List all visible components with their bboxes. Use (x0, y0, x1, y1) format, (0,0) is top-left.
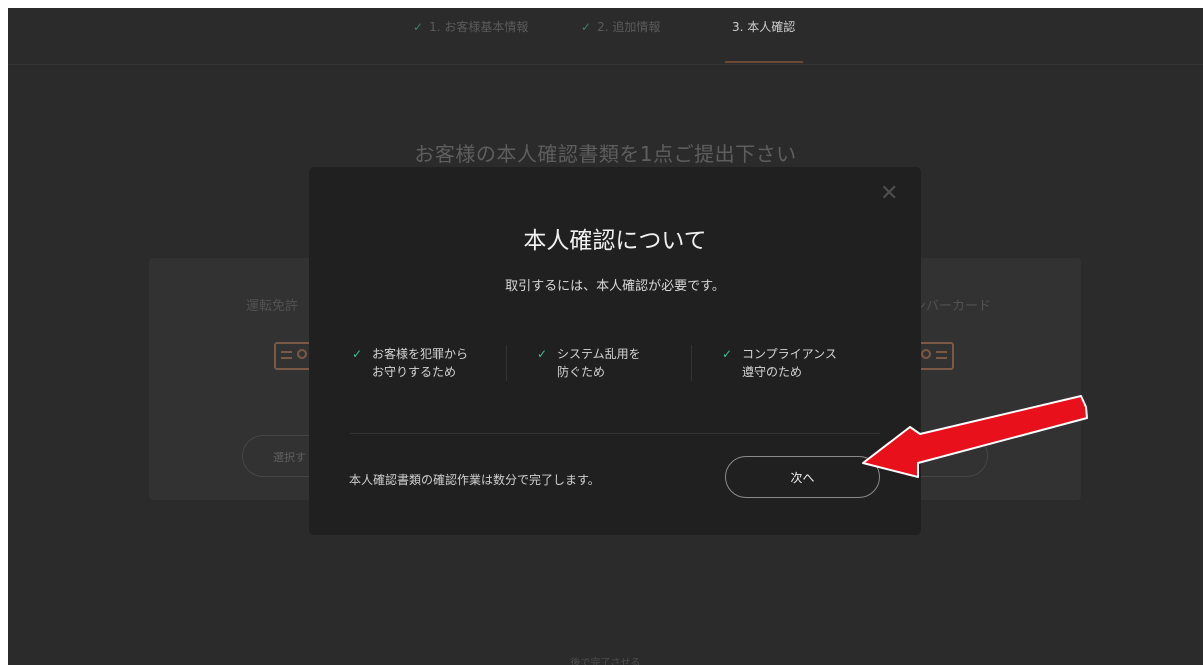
check-icon: ✓ (352, 347, 363, 361)
check-icon: ✓ (537, 347, 548, 361)
modal-title: 本人確認について (523, 228, 707, 254)
modal-subtitle: 取引するには、本人確認が必要です。 (505, 279, 725, 294)
divider (350, 433, 880, 434)
next-button[interactable]: 次へ (725, 456, 880, 498)
check-icon: ✓ (413, 20, 424, 34)
step-2[interactable]: ✓ 2. 追加情報 (581, 18, 660, 35)
step-3[interactable]: 3. 本人確認 (732, 18, 795, 35)
divider (506, 345, 507, 381)
divider (691, 345, 692, 381)
page-title: お客様の本人確認書類を1点ご提出下さい (414, 142, 797, 166)
active-step-underline (725, 61, 803, 63)
step-1[interactable]: ✓ 1. お客様基本情報 (413, 18, 528, 35)
id-card-icon (274, 342, 314, 370)
identity-verification-modal: ✕ 本人確認について 取引するには、本人確認が必要です。 ✓ お客様を犯罪から … (309, 167, 921, 535)
completion-note: 本人確認書類の確認作業は数分で完了します。 (349, 473, 600, 487)
check-icon: ✓ (581, 20, 592, 34)
check-icon: ✓ (722, 347, 733, 361)
step-indicator: ✓ 1. お客様基本情報 ✓ 2. 追加情報 3. 本人確認 (8, 8, 1203, 65)
card-label-mynumber: ンバーカード (913, 299, 992, 314)
close-icon[interactable]: ✕ (880, 183, 898, 205)
complete-later-link[interactable]: 後で完了させる (8, 654, 1203, 665)
card-label-license: 運転免許 (246, 299, 299, 314)
app-frame: ✓ 1. お客様基本情報 ✓ 2. 追加情報 3. 本人確認 お客様の本人確認書類を… (8, 8, 1203, 665)
